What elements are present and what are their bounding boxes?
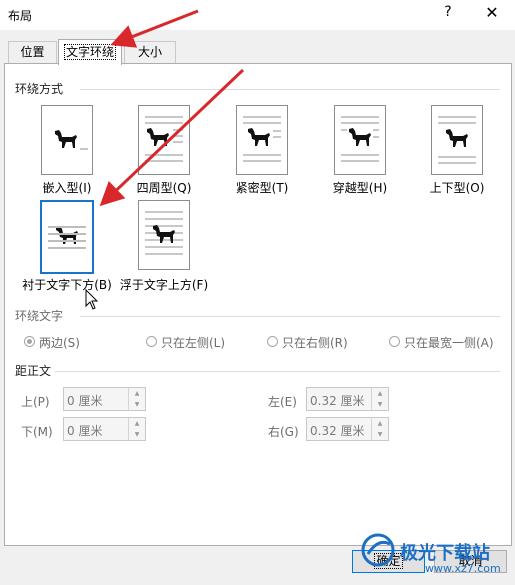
wrap-option-square-label: 四周型(Q) <box>136 181 192 195</box>
wrap-option-top-bottom-label: 上下型(O) <box>429 181 485 195</box>
tab-size-label: 大小 <box>137 45 162 59</box>
wrap-option-in-front-of-text[interactable] <box>138 200 190 270</box>
wrap-option-behind-text[interactable] <box>40 200 94 274</box>
distance-top-value: 0 厘米 <box>67 394 103 408</box>
radio-right-only[interactable] <box>267 336 278 347</box>
spin-up-icon[interactable]: ▲ <box>372 388 388 399</box>
distance-bottom-input[interactable]: 0 厘米 ▲ ▼ <box>63 417 146 441</box>
radio-both-sides[interactable] <box>24 336 35 347</box>
wrap-option-inline-label: 嵌入型(I) <box>42 181 92 195</box>
wrap-option-inline[interactable] <box>41 105 93 175</box>
wrap-option-in-front-of-text-label: 浮于文字上方(F) <box>119 278 209 292</box>
wrap-option-through-label: 穿越型(H) <box>332 181 388 195</box>
dog-icon <box>52 128 80 155</box>
wrap-text-label: 环绕文字 <box>15 309 64 323</box>
spin-up-icon[interactable]: ▲ <box>129 388 145 399</box>
distance-bottom-label: 下(M) <box>21 425 53 439</box>
wrap-text-divider <box>80 316 500 317</box>
distance-top-label: 上(P) <box>21 395 50 409</box>
wrap-option-tight[interactable] <box>236 105 288 175</box>
wrap-style-divider <box>80 89 500 90</box>
distance-bottom-value: 0 厘米 <box>67 424 103 438</box>
dog-icon <box>144 126 172 153</box>
dog-icon <box>346 126 374 153</box>
radio-right-only-label: 只在右侧(R) <box>282 336 348 350</box>
tab-text-wrapping-label: 文字环绕 <box>63 44 117 60</box>
close-button[interactable]: ✕ <box>480 3 504 25</box>
mouse-cursor-icon <box>85 289 99 310</box>
tab-panel: 环绕方式 嵌入型(I) 四周型(Q) 紧密型(T) 穿越型(H) 上下型(O) … <box>4 63 512 546</box>
distance-right-value: 0.32 厘米 <box>310 424 365 438</box>
wrap-option-through[interactable] <box>334 105 386 175</box>
distance-left-value: 0.32 厘米 <box>310 394 365 408</box>
spin-down-icon[interactable]: ▼ <box>372 429 388 440</box>
distance-left-label: 左(E) <box>268 395 297 409</box>
spin-down-icon[interactable]: ▼ <box>372 399 388 410</box>
spin-up-icon[interactable]: ▲ <box>372 418 388 429</box>
watermark-url: www.xz7.com <box>425 562 501 575</box>
radio-both-sides-label: 两边(S) <box>39 336 80 350</box>
spin-down-icon[interactable]: ▼ <box>129 429 145 440</box>
help-button[interactable]: ? <box>436 4 460 24</box>
tab-size[interactable]: 大小 <box>124 41 176 63</box>
radio-left-only[interactable] <box>146 336 157 347</box>
distance-label: 距正文 <box>15 364 52 378</box>
wrap-style-label: 环绕方式 <box>15 82 64 96</box>
tab-text-wrapping[interactable]: 文字环绕 <box>58 39 122 65</box>
watermark-logo-icon <box>361 533 395 567</box>
dog-icon <box>150 223 178 250</box>
dog-icon <box>245 126 273 153</box>
wrap-option-behind-text-label: 衬于文字下方(B) <box>22 278 112 292</box>
wrap-option-top-bottom[interactable] <box>431 105 483 175</box>
radio-left-only-label: 只在左侧(L) <box>161 336 226 350</box>
dog-icon <box>443 127 471 154</box>
radio-largest-only[interactable] <box>389 336 400 347</box>
tab-position[interactable]: 位置 <box>8 41 57 63</box>
wrap-option-tight-label: 紧密型(T) <box>235 181 289 195</box>
dialog-title: 布局 <box>8 9 33 23</box>
spin-up-icon[interactable]: ▲ <box>129 418 145 429</box>
radio-largest-only-label: 只在最宽一侧(A) <box>404 336 494 350</box>
distance-left-input[interactable]: 0.32 厘米 ▲ ▼ <box>306 387 389 411</box>
distance-right-label: 右(G) <box>268 425 299 439</box>
spin-down-icon[interactable]: ▼ <box>129 399 145 410</box>
wrap-option-square[interactable] <box>138 105 190 175</box>
distance-top-input[interactable]: 0 厘米 ▲ ▼ <box>63 387 146 411</box>
tab-position-label: 位置 <box>20 45 45 59</box>
distance-divider <box>55 371 500 372</box>
distance-right-input[interactable]: 0.32 厘米 ▲ ▼ <box>306 417 389 441</box>
